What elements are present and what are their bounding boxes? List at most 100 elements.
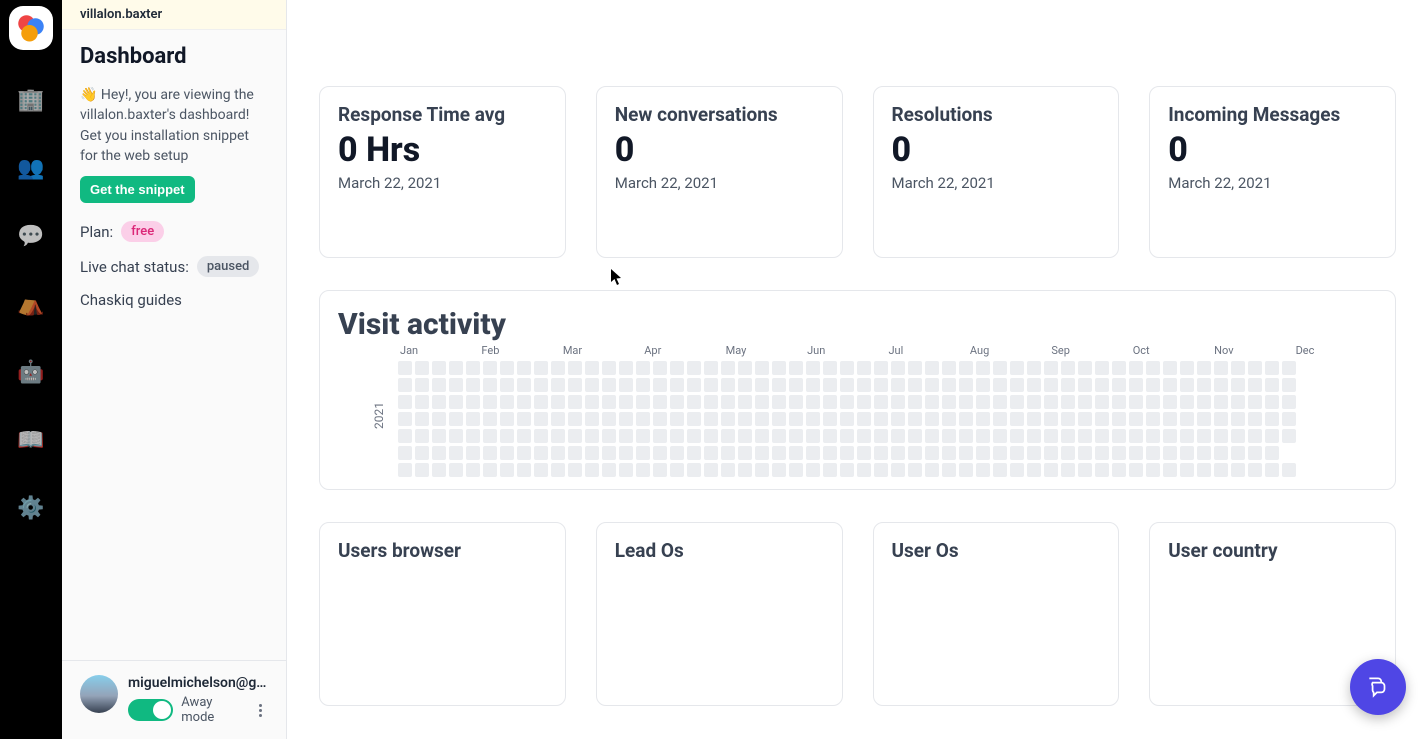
chaskiq-guides-link[interactable]: Chaskiq guides bbox=[80, 291, 268, 309]
heatmap-cell[interactable] bbox=[1044, 412, 1058, 426]
heatmap-cell[interactable] bbox=[959, 463, 973, 477]
heatmap-cell[interactable] bbox=[1231, 463, 1245, 477]
heatmap-cell[interactable] bbox=[1180, 361, 1194, 375]
heatmap-cell[interactable] bbox=[500, 395, 514, 409]
heatmap-cell[interactable] bbox=[891, 395, 905, 409]
heatmap-cell[interactable] bbox=[823, 463, 837, 477]
heatmap-cell[interactable] bbox=[755, 429, 769, 443]
heatmap-cell[interactable] bbox=[602, 412, 616, 426]
heatmap-cell[interactable] bbox=[687, 429, 701, 443]
heatmap-cell[interactable] bbox=[1095, 429, 1109, 443]
heatmap-cell[interactable] bbox=[874, 412, 888, 426]
heatmap-cell[interactable] bbox=[466, 378, 480, 392]
heatmap-cell[interactable] bbox=[432, 446, 446, 460]
heatmap-cell[interactable] bbox=[1078, 361, 1092, 375]
heatmap-cell[interactable] bbox=[1027, 378, 1041, 392]
heatmap-cell[interactable] bbox=[1231, 429, 1245, 443]
heatmap-cell[interactable] bbox=[840, 446, 854, 460]
heatmap-cell[interactable] bbox=[1044, 446, 1058, 460]
heatmap-cell[interactable] bbox=[619, 361, 633, 375]
heatmap-cell[interactable] bbox=[806, 378, 820, 392]
heatmap-cell[interactable] bbox=[1248, 463, 1262, 477]
heatmap-cell[interactable] bbox=[1231, 412, 1245, 426]
heatmap-cell[interactable] bbox=[398, 412, 412, 426]
heatmap-cell[interactable] bbox=[1044, 361, 1058, 375]
heatmap-cell[interactable] bbox=[1061, 378, 1075, 392]
heatmap-cell[interactable] bbox=[721, 429, 735, 443]
heatmap-cell[interactable] bbox=[551, 429, 565, 443]
heatmap-cell[interactable] bbox=[466, 412, 480, 426]
heatmap-cell[interactable] bbox=[942, 446, 956, 460]
heatmap-cell[interactable] bbox=[415, 395, 429, 409]
campaigns-icon[interactable]: ⛺ bbox=[9, 282, 53, 326]
heatmap-cell[interactable] bbox=[1265, 429, 1279, 443]
chat-fab[interactable] bbox=[1350, 659, 1406, 715]
heatmap-cell[interactable] bbox=[704, 429, 718, 443]
settings-icon[interactable]: ⚙️ bbox=[9, 486, 53, 530]
heatmap-cell[interactable] bbox=[772, 378, 786, 392]
heatmap-cell[interactable] bbox=[449, 378, 463, 392]
heatmap-cell[interactable] bbox=[1061, 395, 1075, 409]
heatmap-cell[interactable] bbox=[534, 463, 548, 477]
heatmap-cell[interactable] bbox=[653, 378, 667, 392]
heatmap-cell[interactable] bbox=[1078, 463, 1092, 477]
heatmap-cell[interactable] bbox=[1129, 361, 1143, 375]
heatmap-cell[interactable] bbox=[687, 463, 701, 477]
more-menu-icon[interactable] bbox=[253, 704, 268, 717]
heatmap-cell[interactable] bbox=[823, 429, 837, 443]
heatmap-cell[interactable] bbox=[1112, 378, 1126, 392]
heatmap-cell[interactable] bbox=[1282, 378, 1296, 392]
heatmap-cell[interactable] bbox=[993, 412, 1007, 426]
heatmap-cell[interactable] bbox=[1095, 361, 1109, 375]
heatmap-cell[interactable] bbox=[1180, 378, 1194, 392]
heatmap-cell[interactable] bbox=[704, 395, 718, 409]
heatmap-cell[interactable] bbox=[1078, 429, 1092, 443]
heatmap-cell[interactable] bbox=[619, 446, 633, 460]
heatmap-cell[interactable] bbox=[840, 361, 854, 375]
heatmap-cell[interactable] bbox=[1044, 395, 1058, 409]
heatmap-cell[interactable] bbox=[568, 463, 582, 477]
heatmap-cell[interactable] bbox=[1265, 378, 1279, 392]
heatmap-cell[interactable] bbox=[483, 361, 497, 375]
heatmap-cell[interactable] bbox=[1214, 412, 1228, 426]
heatmap-cell[interactable] bbox=[551, 395, 565, 409]
heatmap-cell[interactable] bbox=[398, 463, 412, 477]
heatmap-cell[interactable] bbox=[568, 395, 582, 409]
heatmap-cell[interactable] bbox=[670, 395, 684, 409]
heatmap-cell[interactable] bbox=[755, 463, 769, 477]
heatmap-cell[interactable] bbox=[1027, 361, 1041, 375]
heatmap-cell[interactable] bbox=[789, 463, 803, 477]
heatmap-cell[interactable] bbox=[1180, 395, 1194, 409]
heatmap-cell[interactable] bbox=[687, 412, 701, 426]
heatmap-cell[interactable] bbox=[959, 378, 973, 392]
heatmap-cell[interactable] bbox=[1010, 463, 1024, 477]
heatmap-cell[interactable] bbox=[466, 361, 480, 375]
heatmap-cell[interactable] bbox=[721, 378, 735, 392]
heatmap-cell[interactable] bbox=[1061, 412, 1075, 426]
heatmap-cell[interactable] bbox=[653, 446, 667, 460]
heatmap-cell[interactable] bbox=[670, 463, 684, 477]
heatmap-cell[interactable] bbox=[415, 429, 429, 443]
heatmap-cell[interactable] bbox=[432, 429, 446, 443]
heatmap-cell[interactable] bbox=[534, 446, 548, 460]
heatmap-cell[interactable] bbox=[891, 446, 905, 460]
heatmap-cell[interactable] bbox=[483, 395, 497, 409]
heatmap-cell[interactable] bbox=[1146, 378, 1160, 392]
heatmap-cell[interactable] bbox=[789, 361, 803, 375]
heatmap-cell[interactable] bbox=[398, 378, 412, 392]
heatmap-cell[interactable] bbox=[687, 361, 701, 375]
heatmap-cell[interactable] bbox=[1231, 361, 1245, 375]
heatmap-cell[interactable] bbox=[1095, 395, 1109, 409]
heatmap-cell[interactable] bbox=[1010, 412, 1024, 426]
heatmap-cell[interactable] bbox=[891, 361, 905, 375]
heatmap-cell[interactable] bbox=[1112, 395, 1126, 409]
heatmap-cell[interactable] bbox=[398, 446, 412, 460]
heatmap-cell[interactable] bbox=[772, 463, 786, 477]
heatmap-cell[interactable] bbox=[1282, 463, 1296, 477]
heatmap-cell[interactable] bbox=[1129, 412, 1143, 426]
heatmap-cell[interactable] bbox=[772, 395, 786, 409]
heatmap-cell[interactable] bbox=[704, 361, 718, 375]
heatmap-cell[interactable] bbox=[1231, 378, 1245, 392]
heatmap-cell[interactable] bbox=[517, 378, 531, 392]
heatmap-cell[interactable] bbox=[585, 429, 599, 443]
